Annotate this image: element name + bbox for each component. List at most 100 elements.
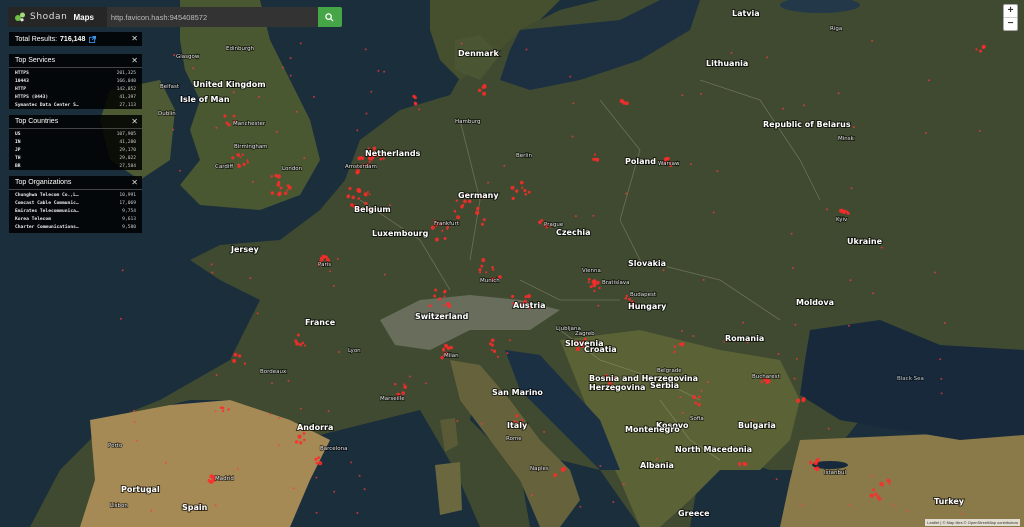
result-marker[interactable] bbox=[742, 321, 745, 324]
result-marker[interactable] bbox=[312, 95, 315, 98]
result-marker[interactable] bbox=[587, 278, 591, 281]
result-marker[interactable] bbox=[593, 282, 597, 286]
result-marker[interactable] bbox=[246, 159, 249, 162]
result-marker[interactable] bbox=[625, 192, 628, 195]
result-marker[interactable] bbox=[510, 294, 515, 299]
result-marker[interactable] bbox=[363, 488, 366, 491]
result-marker[interactable] bbox=[299, 42, 302, 45]
result-marker[interactable] bbox=[277, 444, 280, 447]
search-button[interactable] bbox=[317, 7, 342, 27]
result-marker[interactable] bbox=[487, 181, 490, 184]
result-marker[interactable] bbox=[697, 402, 701, 407]
result-marker[interactable] bbox=[880, 246, 883, 249]
result-marker[interactable] bbox=[227, 408, 230, 411]
result-marker[interactable] bbox=[441, 229, 444, 232]
result-marker[interactable] bbox=[303, 344, 307, 347]
result-marker[interactable] bbox=[689, 163, 692, 166]
result-marker[interactable] bbox=[612, 501, 615, 503]
result-marker[interactable] bbox=[383, 70, 386, 73]
result-marker[interactable] bbox=[329, 270, 332, 273]
result-marker[interactable] bbox=[579, 505, 582, 508]
result-marker[interactable] bbox=[482, 218, 486, 222]
result-marker[interactable] bbox=[428, 304, 432, 308]
result-marker[interactable] bbox=[766, 56, 769, 59]
result-marker[interactable] bbox=[574, 215, 577, 218]
result-marker[interactable] bbox=[358, 474, 361, 477]
result-marker[interactable] bbox=[880, 483, 884, 487]
result-marker[interactable] bbox=[943, 322, 946, 324]
result-marker[interactable] bbox=[461, 203, 465, 207]
result-marker[interactable] bbox=[357, 189, 362, 193]
result-marker[interactable] bbox=[795, 398, 801, 403]
result-marker[interactable] bbox=[622, 483, 625, 486]
result-marker[interactable] bbox=[716, 170, 719, 173]
result-marker[interactable] bbox=[456, 420, 459, 423]
result-marker[interactable] bbox=[595, 157, 600, 162]
result-marker[interactable] bbox=[179, 169, 181, 172]
result-marker[interactable] bbox=[485, 271, 488, 274]
result-marker[interactable] bbox=[592, 214, 595, 217]
result-marker[interactable] bbox=[624, 297, 628, 300]
result-marker[interactable] bbox=[433, 294, 437, 298]
result-marker[interactable] bbox=[383, 273, 386, 276]
result-marker[interactable] bbox=[702, 278, 705, 281]
result-marker[interactable] bbox=[509, 339, 511, 342]
result-marker[interactable] bbox=[346, 194, 350, 199]
result-marker[interactable] bbox=[893, 504, 895, 506]
result-marker[interactable] bbox=[847, 324, 850, 327]
close-icon[interactable]: ✕ bbox=[131, 34, 138, 43]
result-marker[interactable] bbox=[940, 392, 943, 395]
result-marker[interactable] bbox=[680, 330, 683, 332]
result-marker[interactable] bbox=[292, 487, 295, 490]
list-item[interactable]: HTTP 142,852 bbox=[15, 86, 136, 94]
result-marker[interactable] bbox=[434, 288, 438, 292]
result-marker[interactable] bbox=[463, 199, 467, 204]
result-marker[interactable] bbox=[215, 126, 218, 129]
result-marker[interactable] bbox=[523, 188, 527, 193]
result-marker[interactable] bbox=[506, 352, 509, 355]
result-marker[interactable] bbox=[587, 281, 590, 284]
result-marker[interactable] bbox=[503, 164, 506, 167]
result-marker[interactable] bbox=[401, 391, 406, 395]
result-marker[interactable] bbox=[258, 95, 261, 98]
result-marker[interactable] bbox=[662, 269, 665, 272]
result-marker[interactable] bbox=[815, 458, 820, 463]
list-item[interactable]: HTTPS 201,325 bbox=[15, 70, 136, 78]
result-marker[interactable] bbox=[482, 84, 485, 87]
result-marker[interactable] bbox=[619, 98, 624, 104]
result-marker[interactable] bbox=[296, 333, 300, 337]
result-marker[interactable] bbox=[848, 503, 851, 506]
result-marker[interactable] bbox=[275, 130, 278, 133]
result-marker[interactable] bbox=[443, 237, 447, 240]
result-marker[interactable] bbox=[700, 389, 703, 392]
result-marker[interactable] bbox=[825, 208, 828, 211]
result-marker[interactable] bbox=[295, 110, 298, 113]
result-marker[interactable] bbox=[628, 297, 632, 301]
result-marker[interactable] bbox=[872, 292, 875, 295]
result-marker[interactable] bbox=[707, 381, 709, 384]
result-marker[interactable] bbox=[453, 209, 457, 213]
result-marker[interactable] bbox=[666, 156, 670, 161]
result-marker[interactable] bbox=[243, 362, 246, 365]
result-marker[interactable] bbox=[299, 441, 303, 445]
list-item[interactable]: US 107,905 bbox=[15, 131, 136, 139]
result-marker[interactable] bbox=[888, 482, 891, 485]
list-item[interactable]: Symantec Data Center S… 27,113 bbox=[15, 102, 136, 110]
result-marker[interactable] bbox=[795, 357, 798, 360]
result-marker[interactable] bbox=[327, 410, 330, 413]
result-marker[interactable] bbox=[845, 210, 849, 214]
result-marker[interactable] bbox=[446, 301, 451, 306]
result-marker[interactable] bbox=[527, 190, 531, 194]
result-marker[interactable] bbox=[303, 438, 306, 442]
list-item[interactable]: Comcast Cable Communic… 17,069 bbox=[15, 200, 136, 208]
result-marker[interactable] bbox=[515, 189, 519, 193]
nav-maps[interactable]: Maps bbox=[73, 13, 98, 22]
result-marker[interactable] bbox=[679, 396, 682, 399]
result-marker[interactable] bbox=[680, 342, 685, 347]
result-marker[interactable] bbox=[933, 271, 936, 274]
result-marker[interactable] bbox=[681, 94, 684, 97]
result-marker[interactable] bbox=[232, 114, 236, 118]
result-marker[interactable] bbox=[491, 266, 494, 269]
result-marker[interactable] bbox=[232, 91, 235, 94]
result-marker[interactable] bbox=[303, 157, 306, 160]
